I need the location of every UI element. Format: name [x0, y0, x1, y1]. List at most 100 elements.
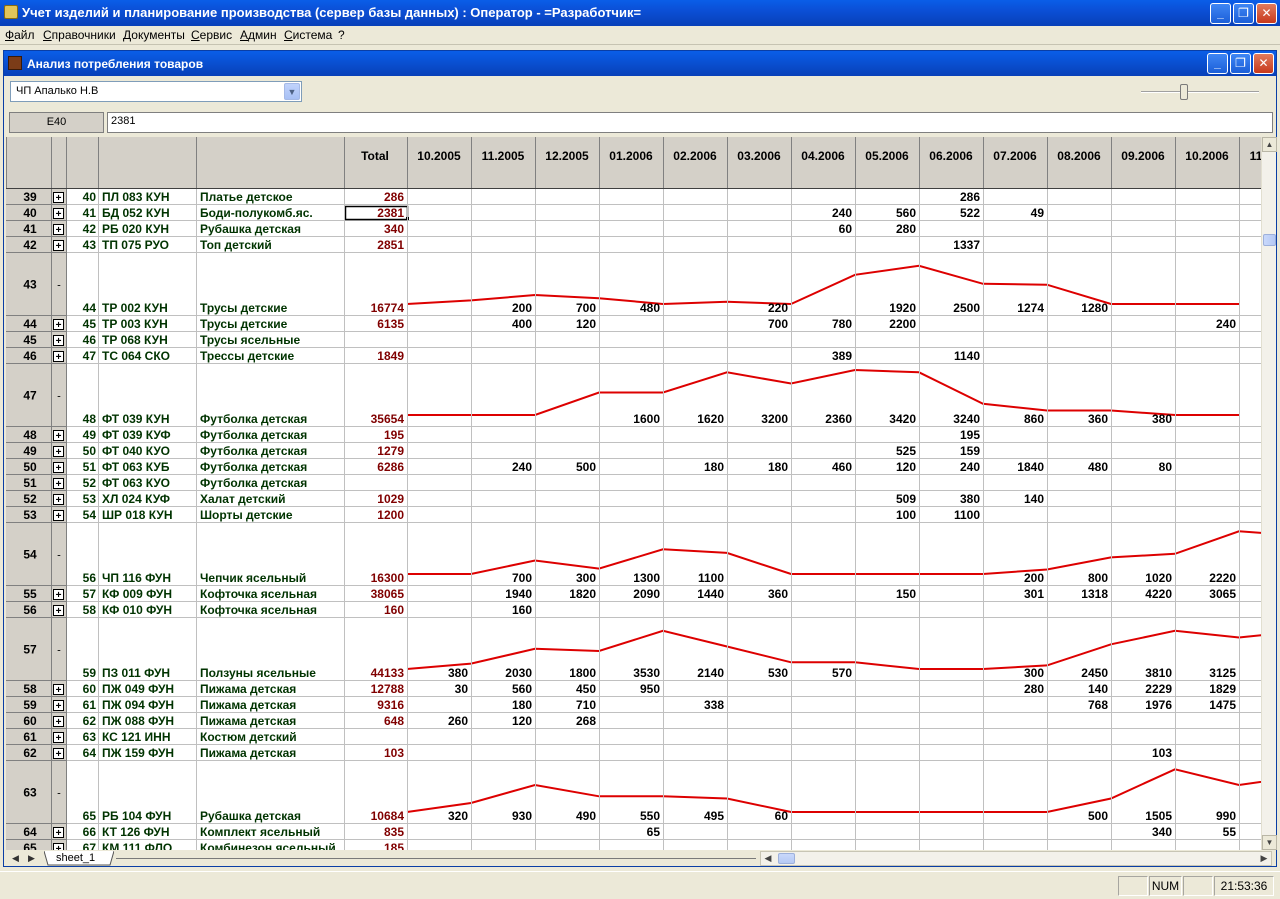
menu-documents[interactable]: Документы [123, 28, 185, 42]
menu-references[interactable]: Справочники [43, 28, 116, 42]
sheet-tab[interactable]: sheet_1 [44, 851, 114, 866]
row-number: 48 [23, 428, 37, 442]
month-value: 49 [1031, 206, 1045, 220]
product-total: 340 [384, 222, 404, 236]
row-number: 63 [23, 786, 37, 800]
menu-admin[interactable]: Админ [240, 28, 277, 42]
sheet-next-icon[interactable]: ▶ [24, 852, 39, 865]
row-index: 50 [83, 444, 97, 458]
month-value: 240 [512, 460, 532, 474]
month-value: 180 [768, 460, 788, 474]
menu-service[interactable]: Сервис [191, 28, 232, 42]
product-name: Трусы детские [200, 301, 288, 315]
month-value: 150 [896, 587, 916, 601]
month-value: 560 [896, 206, 916, 220]
cell-reference: E40 [9, 112, 104, 133]
child-maximize-button[interactable]: ❐ [1230, 53, 1251, 74]
month-value: 65 [647, 825, 661, 839]
zoom-slider[interactable] [1141, 84, 1259, 100]
menu-system[interactable]: Система [284, 28, 332, 42]
horizontal-scroll-thumb[interactable] [778, 853, 795, 864]
month-value: 500 [1088, 809, 1108, 823]
month-value: 1440 [697, 587, 724, 601]
month-value: 159 [960, 444, 980, 458]
product-total: 35654 [371, 412, 405, 426]
row-number: 65 [23, 841, 37, 850]
row-index: 44 [83, 301, 97, 315]
child-close-button[interactable]: ✕ [1253, 53, 1274, 74]
row-number: 45 [23, 333, 37, 347]
month-value: 2140 [697, 666, 724, 680]
close-button[interactable]: ✕ [1256, 3, 1277, 24]
month-value: 2220 [1209, 571, 1236, 585]
month-value: 768 [1088, 698, 1108, 712]
data-grid[interactable]: Total 10.2005 11.2005 12.2005 01.2006 02.2006… [6, 137, 1261, 850]
column-header-month: 12.2005 [545, 149, 589, 163]
product-name: Рубашка детская [200, 222, 301, 236]
month-value: 1274 [1017, 301, 1044, 315]
column-header-month: 10.2005 [417, 149, 461, 163]
row-number: 54 [23, 548, 37, 562]
product-total: 286 [384, 190, 404, 204]
product-code: ФТ 039 КУФ [102, 428, 171, 442]
menu-file[interactable]: Файл [5, 28, 35, 42]
product-name: Футболка детская [200, 444, 307, 458]
month-value: 3530 [633, 666, 660, 680]
month-value: 1300 [633, 571, 660, 585]
month-value: 240 [1216, 317, 1236, 331]
chevron-down-icon[interactable]: ▼ [284, 83, 300, 100]
product-name: Пижама детская [200, 682, 296, 696]
row-index: 58 [83, 603, 97, 617]
expand-icon-plus: + [56, 225, 62, 236]
collapse-icon: - [57, 391, 61, 403]
maximize-button[interactable]: ❐ [1233, 3, 1254, 24]
row-number: 53 [23, 508, 37, 522]
product-total: 10684 [371, 809, 405, 823]
scroll-left-icon[interactable]: ◀ [761, 852, 775, 865]
month-value: 509 [896, 492, 916, 506]
expand-icon-plus: + [56, 844, 62, 850]
product-total: 1279 [377, 444, 404, 458]
row-number: 49 [23, 444, 37, 458]
month-value: 340 [1152, 825, 1172, 839]
row-number: 58 [23, 682, 37, 696]
column-header-month: 09.2006 [1121, 149, 1165, 163]
month-value: 30 [455, 682, 469, 696]
sheet-prev-icon[interactable]: ◀ [8, 852, 23, 865]
month-value: 280 [1024, 682, 1044, 696]
month-value: 930 [512, 809, 532, 823]
product-name: Трессы детские [200, 349, 295, 363]
vertical-scroll-thumb[interactable] [1263, 234, 1276, 246]
grid-canvas: Total 10.2005 11.2005 12.2005 01.2006 02.2006… [6, 137, 1261, 850]
month-value: 1140 [954, 349, 980, 363]
row-number: 50 [23, 460, 37, 474]
expand-icon-plus: + [56, 511, 62, 522]
product-code: РБ 104 ФУН [102, 809, 171, 823]
horizontal-scrollbar[interactable]: ◀ ▶ [760, 851, 1272, 866]
row-index: 43 [83, 238, 97, 252]
month-value: 1840 [1017, 460, 1044, 474]
product-total: 1029 [377, 492, 404, 506]
product-name: Рубашка детская [200, 809, 301, 823]
menu-help[interactable]: ? [338, 28, 345, 42]
month-value: 400 [512, 317, 532, 331]
minimize-button[interactable]: _ [1210, 3, 1231, 24]
product-total: 648 [384, 714, 404, 728]
vertical-scrollbar[interactable]: ▲ ▼ [1261, 137, 1277, 850]
child-minimize-button[interactable]: _ [1207, 53, 1228, 74]
scroll-up-icon[interactable]: ▲ [1262, 137, 1277, 152]
scroll-right-icon[interactable]: ▶ [1257, 852, 1271, 865]
slider-thumb[interactable] [1180, 84, 1188, 100]
scroll-down-icon[interactable]: ▼ [1262, 835, 1277, 850]
month-value: 55 [1223, 825, 1237, 839]
product-code: БД 052 КУН [102, 206, 170, 220]
row-index: 64 [83, 746, 97, 760]
cell-value-field[interactable]: 2381 [107, 112, 1273, 133]
product-name: Кофточка ясельная [200, 587, 317, 601]
row-number: 55 [23, 587, 37, 601]
product-name: Платье детское [200, 190, 293, 204]
product-total: 9316 [377, 698, 404, 712]
product-total: 16774 [371, 301, 405, 315]
client-select[interactable]: ЧП Апалько Н.В ▼ [10, 81, 302, 102]
status-panel-scroll [1183, 876, 1213, 896]
